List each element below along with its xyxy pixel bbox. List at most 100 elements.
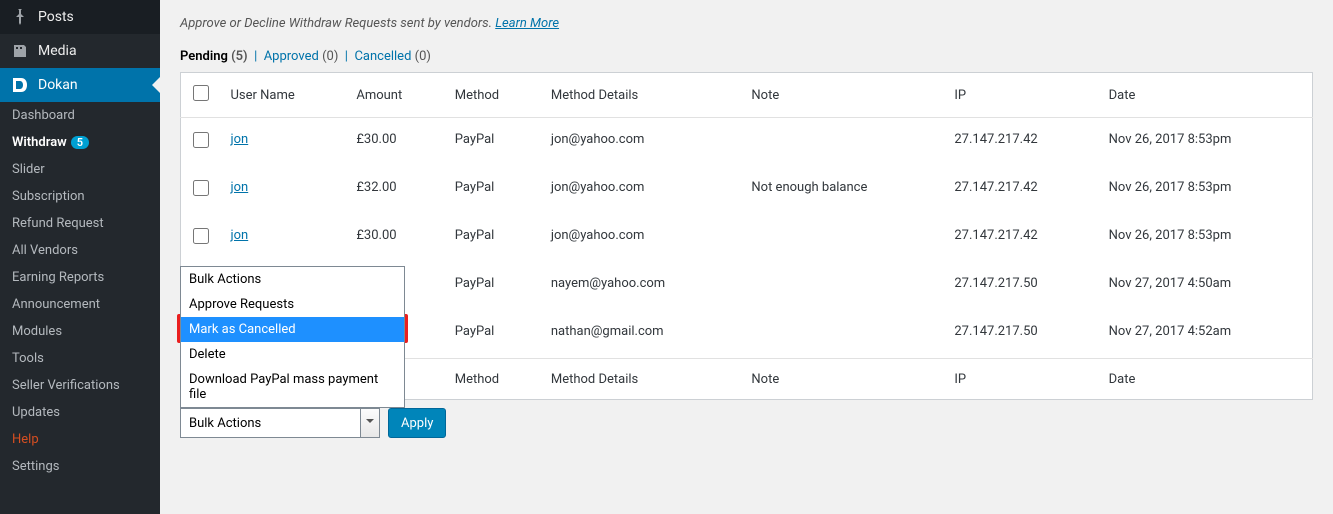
cell-note — [741, 118, 944, 167]
sidebar-sub-updates[interactable]: Updates — [0, 399, 160, 426]
cell-user: jon — [221, 166, 347, 214]
cell-date: Nov 27, 2017 4:50am — [1099, 262, 1313, 310]
cell-note — [741, 310, 944, 359]
sidebar-sub-dashboard[interactable]: Dashboard — [0, 102, 160, 129]
cell-note — [741, 262, 944, 310]
user-link[interactable]: jon — [231, 132, 249, 147]
cell-details: nathan@gmail.com — [541, 310, 742, 359]
chevron-down-icon — [366, 419, 374, 427]
bulk-opt-delete[interactable]: Delete — [181, 342, 404, 367]
apply-button[interactable]: Apply — [388, 408, 446, 438]
sidebar-sub-refund[interactable]: Refund Request — [0, 210, 160, 237]
cell-amount: £32.00 — [346, 166, 444, 214]
cell-date: Nov 26, 2017 8:53pm — [1099, 166, 1313, 214]
bulk-dropdown: Bulk Actions Approve Requests Mark as Ca… — [180, 266, 405, 408]
sidebar-sub-seller[interactable]: Seller Verifications — [0, 372, 160, 399]
col-date[interactable]: Date — [1099, 73, 1313, 118]
col-method[interactable]: Method — [445, 73, 541, 118]
cell-amount: £30.00 — [346, 214, 444, 262]
cell-date: Nov 26, 2017 8:53pm — [1099, 118, 1313, 167]
dokan-icon — [10, 75, 30, 95]
sidebar-label: Media — [38, 43, 77, 59]
col-method-f[interactable]: Method — [445, 359, 541, 400]
media-icon — [10, 41, 30, 61]
sidebar-sub-tools[interactable]: Tools — [0, 345, 160, 372]
tab-approved[interactable]: Approved (0) — [264, 49, 339, 64]
col-user[interactable]: User Name — [221, 73, 347, 118]
learn-more-link[interactable]: Learn More — [495, 16, 559, 31]
help-text-label: Approve or Decline Withdraw Requests sen… — [180, 16, 492, 31]
sidebar-label: Posts — [38, 9, 74, 25]
select-all-header — [181, 73, 221, 118]
cell-method: PayPal — [445, 262, 541, 310]
col-ip-f[interactable]: IP — [944, 359, 1098, 400]
cancelled-count: (0) — [415, 49, 431, 64]
table-row: jon £30.00PayPaljon@yahoo.com 27.147.217.4… — [181, 118, 1313, 167]
cell-date: Nov 27, 2017 4:52am — [1099, 310, 1313, 359]
row-checkbox[interactable] — [193, 180, 209, 196]
user-link[interactable]: jon — [231, 180, 249, 195]
bulk-opt-approve[interactable]: Approve Requests — [181, 292, 404, 317]
sidebar-sub-subscription[interactable]: Subscription — [0, 183, 160, 210]
cell-details: jon@yahoo.com — [541, 214, 742, 262]
col-date-f[interactable]: Date — [1099, 359, 1313, 400]
main-content: Approve or Decline Withdraw Requests sen… — [160, 0, 1333, 514]
withdraw-label: Withdraw — [12, 135, 67, 150]
cell-user: jon — [221, 214, 347, 262]
bulk-select-label: Bulk Actions — [189, 416, 261, 431]
sidebar-sub-slider[interactable]: Slider — [0, 156, 160, 183]
row-checkbox[interactable] — [193, 132, 209, 148]
bulk-opt-download[interactable]: Download PayPal mass payment file — [181, 367, 404, 407]
sidebar-item-posts[interactable]: Posts — [0, 0, 160, 34]
row-checkbox[interactable] — [193, 228, 209, 244]
cell-details: jon@yahoo.com — [541, 166, 742, 214]
sidebar-item-media[interactable]: Media — [0, 34, 160, 68]
approved-count: (0) — [322, 49, 338, 64]
cell-ip: 27.147.217.50 — [944, 310, 1098, 359]
status-tabs: Pending (5) | Approved (0) | Cancelled (… — [180, 41, 1313, 72]
pin-icon — [10, 7, 30, 27]
sidebar-sub-settings[interactable]: Settings — [0, 453, 160, 480]
sidebar-sub-announcement[interactable]: Announcement — [0, 291, 160, 318]
cell-method: PayPal — [445, 310, 541, 359]
help-text: Approve or Decline Withdraw Requests sen… — [180, 10, 1313, 41]
sidebar-sub-earning[interactable]: Earning Reports — [0, 264, 160, 291]
sidebar-sub-vendors[interactable]: All Vendors — [0, 237, 160, 264]
col-details[interactable]: Method Details — [541, 73, 742, 118]
sidebar-label: Dokan — [38, 77, 78, 93]
bulk-actions-wrap: Bulk Actions Approve Requests Mark as Ca… — [180, 408, 1313, 438]
cell-note: Not enough balance — [741, 166, 944, 214]
cell-ip: 27.147.217.42 — [944, 166, 1098, 214]
col-note[interactable]: Note — [741, 73, 944, 118]
cell-amount: £30.00 — [346, 118, 444, 167]
table-row: jon £32.00PayPaljon@yahoo.comNot enough b… — [181, 166, 1313, 214]
cell-note — [741, 214, 944, 262]
col-details-f[interactable]: Method Details — [541, 359, 742, 400]
sidebar-item-dokan[interactable]: Dokan — [0, 68, 160, 102]
cell-ip: 27.147.217.42 — [944, 118, 1098, 167]
cell-details: jon@yahoo.com — [541, 118, 742, 167]
pending-count: (5) — [231, 49, 248, 64]
cell-user: jon — [221, 118, 347, 167]
bulk-opt-cancel[interactable]: Mark as Cancelled — [181, 317, 404, 342]
withdraw-badge: 5 — [71, 136, 89, 149]
sidebar-sub-help[interactable]: Help — [0, 426, 160, 453]
col-amount[interactable]: Amount — [346, 73, 444, 118]
cell-ip: 27.147.217.50 — [944, 262, 1098, 310]
sidebar-sub-modules[interactable]: Modules — [0, 318, 160, 345]
cell-details: nayem@yahoo.com — [541, 262, 742, 310]
tab-pending[interactable]: Pending (5) — [180, 49, 248, 64]
cell-method: PayPal — [445, 214, 541, 262]
select-all-checkbox[interactable] — [193, 85, 209, 101]
cell-method: PayPal — [445, 118, 541, 167]
table-row: jon£30.00PayPaljon@yahoo.com27.147.217.4… — [181, 214, 1313, 262]
bulk-select[interactable]: Bulk Actions — [180, 408, 380, 438]
col-ip[interactable]: IP — [944, 73, 1098, 118]
bulk-opt-bulk[interactable]: Bulk Actions — [181, 267, 404, 292]
cell-method: PayPal — [445, 166, 541, 214]
col-note-f[interactable]: Note — [741, 359, 944, 400]
tab-cancelled[interactable]: Cancelled (0) — [354, 49, 431, 64]
admin-sidebar: Posts Media Dokan Dashboard Withdraw 5 Sl… — [0, 0, 160, 514]
user-link[interactable]: jon — [231, 228, 249, 243]
sidebar-sub-withdraw[interactable]: Withdraw 5 — [0, 129, 160, 156]
